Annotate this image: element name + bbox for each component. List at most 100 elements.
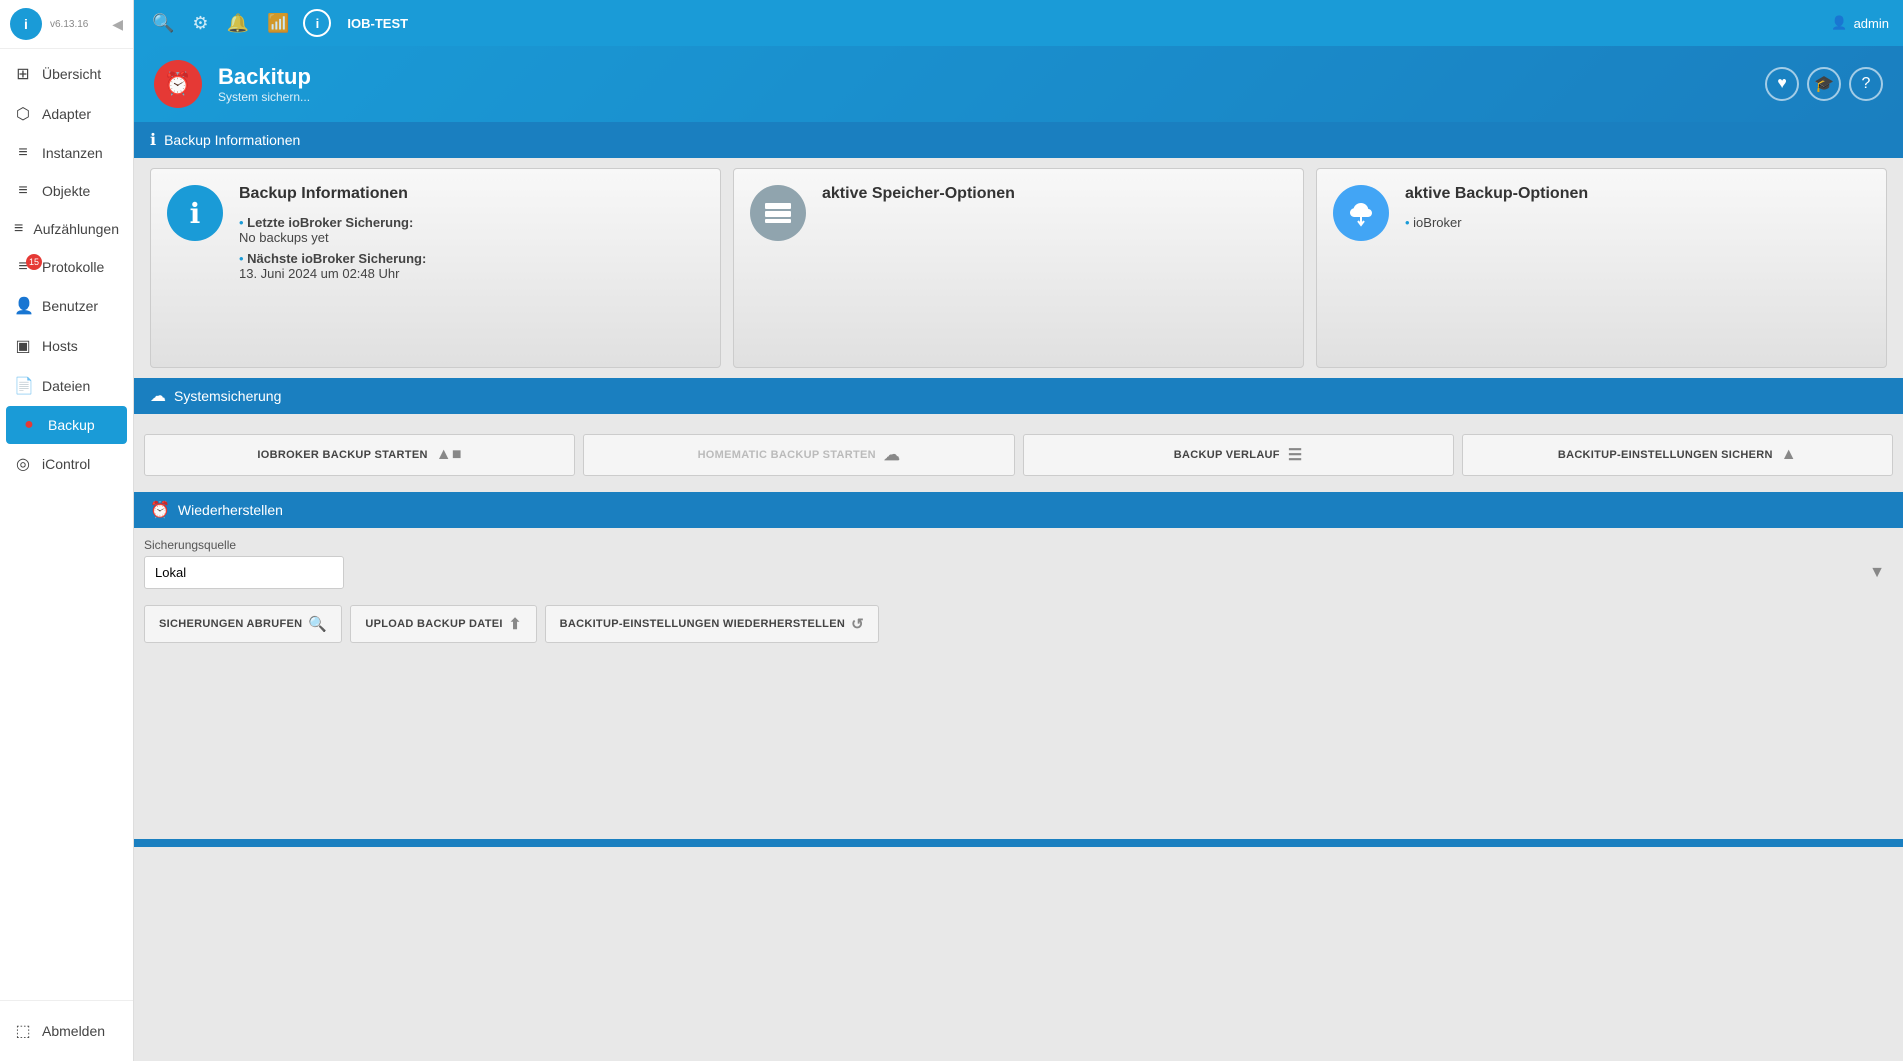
card-title: aktive Backup-Optionen	[1405, 185, 1588, 203]
card-title: Backup Informationen	[239, 185, 426, 203]
backup-option-iobroker: ioBroker	[1405, 215, 1588, 230]
favorite-button[interactable]: ♥	[1765, 67, 1799, 101]
sidebar-item-protokolle[interactable]: ≡ 15 Protokolle	[0, 248, 133, 286]
sidebar-item-icontrol[interactable]: ◎ iControl	[0, 444, 133, 484]
card-backup-optionen-body: aktive Backup-Optionen ioBroker	[1405, 185, 1588, 236]
upload-backup-button[interactable]: UPLOAD BACKUP DATEI ⬆	[350, 605, 536, 643]
info-section-icon: ℹ	[150, 130, 156, 150]
sidebar-item-benutzer[interactable]: 👤 Benutzer	[0, 286, 133, 326]
wiederh-label: BACKITUP-EINSTELLUNGEN WIEDERHERSTELLEN	[560, 618, 845, 630]
backup-info-section-header: ℹ Backup Informationen	[134, 122, 1903, 158]
info-cards-row: ℹ Backup Informationen Letzte ioBroker S…	[134, 158, 1903, 378]
user-info: 👤 admin	[1831, 15, 1889, 31]
sidebar-item-label: Abmelden	[42, 1023, 105, 1039]
card-backup-info-body: Backup Informationen Letzte ioBroker Sic…	[239, 185, 426, 287]
backitup-einstellungen-button[interactable]: BACKITUP-EINSTELLUNGEN SICHERN ▲	[1462, 434, 1893, 476]
action-buttons-row: IOBROKER BACKUP STARTEN ▲■ HOMEMATIC BAC…	[144, 424, 1893, 482]
wiederherstellen-section: Sicherungsquelle Lokal FTP Google Drive …	[134, 528, 1903, 659]
sidebar-item-label: Instanzen	[42, 145, 103, 161]
sidebar-item-label: Protokolle	[42, 259, 104, 275]
sidebar-item-label: Dateien	[42, 378, 90, 394]
version-text: v6.13.16	[50, 19, 88, 30]
einstellungen-label: BACKITUP-EINSTELLUNGEN SICHERN	[1558, 449, 1773, 461]
sidebar-item-label: Benutzer	[42, 298, 98, 314]
sidebar-item-label: Übersicht	[42, 66, 101, 82]
next-backup-item: Nächste ioBroker Sicherung:13. Juni 2024…	[239, 251, 426, 281]
plugin-icon: ⏰	[154, 60, 202, 108]
card-speicher-body: aktive Speicher-Optionen	[822, 185, 1015, 215]
user-icon: 👤	[1831, 15, 1847, 31]
adapter-icon: ⬡	[14, 104, 32, 124]
gear-icon[interactable]: ⚙	[188, 9, 212, 38]
aufzaehlungen-icon: ≡	[14, 220, 23, 238]
restore-icon: ↺	[851, 615, 864, 633]
homematic-backup-button[interactable]: HOMEMATIC BACKUP STARTEN ☁	[583, 434, 1014, 476]
sidebar-item-label: Adapter	[42, 106, 91, 122]
bottom-bar	[134, 839, 1903, 847]
main-area: 🔍 ⚙ 🔔 📶 i IOB-TEST 👤 admin ⏰ Backitup Sy…	[134, 0, 1903, 1061]
instance-title: IOB-TEST	[347, 16, 408, 31]
card-title: aktive Speicher-Optionen	[822, 185, 1015, 203]
sidebar-header: i v6.13.16 ◀	[0, 0, 133, 49]
card-speicher-optionen: aktive Speicher-Optionen	[733, 168, 1304, 368]
systemsicherung-section-header: ☁ Systemsicherung	[134, 378, 1903, 414]
sidebar-item-aufzaehlungen[interactable]: ≡ Aufzählungen	[0, 210, 133, 248]
username: admin	[1854, 16, 1889, 31]
card-backup-informationen: ℹ Backup Informationen Letzte ioBroker S…	[150, 168, 721, 368]
sidebar: i v6.13.16 ◀ ⊞ Übersicht ⬡ Adapter ≡ Ins…	[0, 0, 134, 1061]
iobroker-backup-button[interactable]: IOBROKER BACKUP STARTEN ▲■	[144, 434, 575, 476]
source-select[interactable]: Lokal FTP Google Drive Dropbox	[144, 556, 344, 589]
learn-button[interactable]: 🎓	[1807, 67, 1841, 101]
objekte-icon: ≡	[14, 182, 32, 200]
card-storage-icon	[750, 185, 806, 241]
wiederherstellen-label: Wiederherstellen	[178, 502, 283, 518]
grid-icon: ⊞	[14, 64, 32, 84]
upload-label: UPLOAD BACKUP DATEI	[365, 618, 502, 630]
sidebar-item-adapter[interactable]: ⬡ Adapter	[0, 94, 133, 134]
sidebar-item-dateien[interactable]: 📄 Dateien	[0, 366, 133, 406]
content-area: ⏰ Backitup System sichern... ♥ 🎓 ? ℹ Bac…	[134, 46, 1903, 1061]
plugin-title-block: Backitup System sichern...	[218, 64, 311, 104]
hosts-icon: ▣	[14, 336, 32, 356]
sidebar-collapse-button[interactable]: ◀	[112, 16, 123, 33]
save-cloud-icon: ▲	[1781, 446, 1797, 464]
app-logo: i	[10, 8, 42, 40]
icontrol-icon: ◎	[14, 454, 32, 474]
sidebar-item-label: Aufzählungen	[33, 221, 119, 237]
abmelden-icon: ⬚	[14, 1021, 32, 1041]
alarm-icon: ⏰	[164, 71, 191, 97]
einstellungen-wiederherstellen-button[interactable]: BACKITUP-EINSTELLUNGEN WIEDERHERSTELLEN …	[545, 605, 879, 643]
homematic-label: HOMEMATIC BACKUP STARTEN	[698, 449, 876, 461]
source-select-block: Sicherungsquelle Lokal FTP Google Drive …	[144, 538, 1893, 589]
restore-section-icon: ⏰	[150, 500, 170, 520]
plugin-header: ⏰ Backitup System sichern... ♥ 🎓 ?	[134, 46, 1903, 122]
sidebar-item-abmelden[interactable]: ⬚ Abmelden	[0, 1011, 133, 1051]
sidebar-item-uebersicht[interactable]: ⊞ Übersicht	[0, 54, 133, 94]
help-button[interactable]: ?	[1849, 67, 1883, 101]
backup-start-label: IOBROKER BACKUP STARTEN	[257, 449, 427, 461]
verlauf-label: BACKUP VERLAUF	[1174, 449, 1280, 461]
systemsicherung-label: Systemsicherung	[174, 388, 281, 404]
sidebar-item-hosts[interactable]: ▣ Hosts	[0, 326, 133, 366]
card-cloud-icon	[1333, 185, 1389, 241]
source-label: Sicherungsquelle	[144, 538, 1893, 552]
network-icon[interactable]: 📶	[263, 9, 293, 38]
sidebar-item-backup[interactable]: ● Backup	[6, 406, 127, 444]
card-info-icon: ℹ	[167, 185, 223, 241]
backup-verlauf-button[interactable]: BACKUP VERLAUF ☰	[1023, 434, 1454, 476]
sidebar-item-label: Backup	[48, 417, 95, 433]
dateien-icon: 📄	[14, 376, 32, 396]
search-icon[interactable]: 🔍	[148, 9, 178, 38]
sidebar-item-objekte[interactable]: ≡ Objekte	[0, 172, 133, 210]
sicherungen-abrufen-button[interactable]: SICHERUNGEN ABRUFEN 🔍	[144, 605, 342, 643]
last-backup-item: Letzte ioBroker Sicherung:No backups yet	[239, 215, 426, 245]
sidebar-item-instanzen[interactable]: ≡ Instanzen	[0, 134, 133, 172]
benutzer-icon: 👤	[14, 296, 32, 316]
plugin-subtitle: System sichern...	[218, 90, 311, 104]
cloud-icon: ☁	[884, 445, 900, 465]
plugin-header-actions: ♥ 🎓 ?	[1765, 67, 1883, 101]
abrufen-label: SICHERUNGEN ABRUFEN	[159, 618, 302, 630]
bell-icon[interactable]: 🔔	[223, 9, 253, 38]
iobroker-icon[interactable]: i	[303, 9, 331, 37]
sidebar-bottom: ⬚ Abmelden	[0, 1000, 133, 1061]
